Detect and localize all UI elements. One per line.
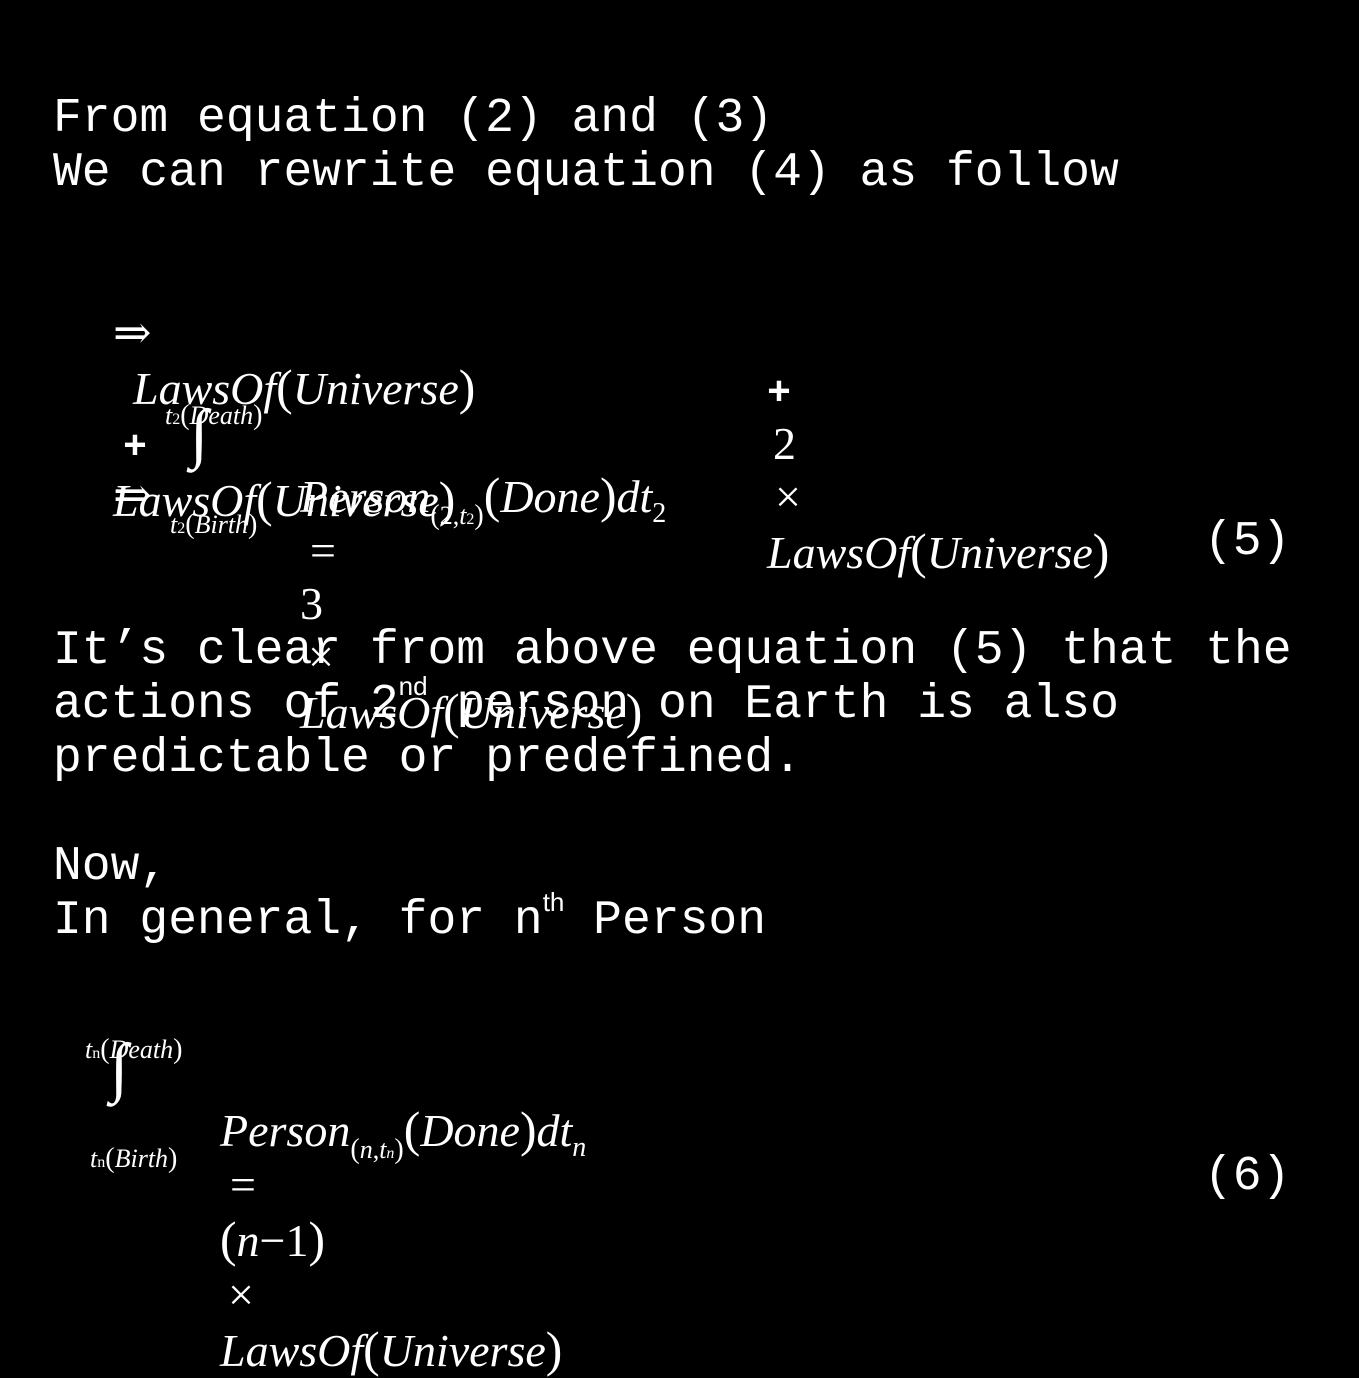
equation-number-6: (6) <box>1204 1150 1291 1204</box>
intro-line-1: From equation (2) and (3) <box>53 92 774 146</box>
integral-sign: ∫ <box>110 1031 129 1104</box>
integral-lower-limit: t2(Birth) <box>170 509 258 540</box>
dt-term: dt <box>616 471 653 522</box>
equals-sign: = <box>310 525 336 576</box>
implies-symbol: ⇒ <box>113 307 152 358</box>
equation-6-body: Person(n,tn)(Done)dtn = (n−1) × LawsOf(U… <box>220 1102 587 1377</box>
paragraph-1-line-3: predictable or predefined. <box>53 732 802 786</box>
paragraph-2-line-2: In general, for nth Person <box>53 887 767 948</box>
paragraph-2-line-1: Now, <box>53 840 169 894</box>
person-term: Person <box>300 471 431 522</box>
person-subscript: (n,tn) <box>350 1134 404 1165</box>
implies-symbol: ⇒ <box>113 469 152 520</box>
integral-lower-limit: tn(Birth) <box>90 1143 178 1174</box>
integral-sign: ∫ <box>190 397 209 470</box>
times-operator: × <box>775 471 801 522</box>
equation-a-line-2: + 2 × LawsOf(Universe) <box>767 372 1110 579</box>
done-arg: Done <box>500 471 600 522</box>
equation-number-5: (5) <box>1204 515 1291 569</box>
ordinal-superscript: nd <box>398 671 428 701</box>
coefficient-n: n <box>236 1215 260 1266</box>
dt-subscript: n <box>572 1132 587 1163</box>
plus-operator: + <box>767 372 792 417</box>
universe-arg: Universe <box>379 1325 546 1376</box>
coefficient: 2 <box>773 418 796 469</box>
laws-of-term: LawsOf <box>767 527 911 578</box>
equals-sign: = <box>230 1159 256 1210</box>
equation-5-implies: ⇒ <box>90 414 152 521</box>
paragraph-1-line-2: actions of 2nd person on Earth is also <box>53 671 1119 732</box>
coefficient: 3 <box>300 578 323 629</box>
paragraph-1-line-1: It’s clear from above equation (5) that … <box>53 624 1292 678</box>
dt-subscript: 2 <box>652 498 667 529</box>
intro-line-2: We can rewrite equation (4) as follow <box>53 146 1119 200</box>
coefficient-one: 1 <box>285 1215 309 1266</box>
dt-term: dt <box>536 1105 573 1156</box>
ordinal-superscript: th <box>542 887 565 917</box>
laws-of-term: LawsOf <box>220 1325 364 1376</box>
times-operator: × <box>228 1269 254 1320</box>
universe-arg: Universe <box>926 527 1093 578</box>
done-arg: Done <box>420 1105 520 1156</box>
person-term: Person <box>220 1105 351 1156</box>
person-subscript: (2,t2) <box>430 500 484 531</box>
minus-operator: − <box>259 1215 286 1266</box>
universe-arg: Universe <box>292 363 459 414</box>
